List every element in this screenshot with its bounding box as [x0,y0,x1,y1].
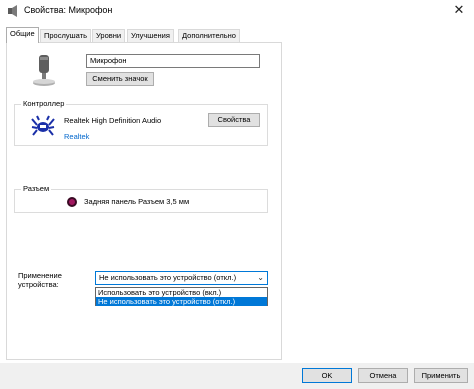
microphone-icon [30,54,58,88]
ok-button[interactable]: OK [302,368,352,383]
properties-window: Свойства: Микрофон ✕ Общие Прослушать Ур… [0,0,474,389]
usage-option-disable[interactable]: Не использовать это устройство (откл.) [96,297,267,306]
device-name-input[interactable]: Микрофон [86,54,260,68]
jack-color-indicator [67,197,77,207]
close-icon[interactable]: ✕ [452,3,466,17]
window-title: Свойства: Микрофон [24,5,113,15]
tab-enhancements[interactable]: Улучшения [127,29,174,42]
device-usage-dropdown: Использовать это устройство (вкл.) Не ис… [95,287,268,306]
device-usage-label: Применение устройства: [18,271,62,289]
controller-group-label: Контроллер [21,99,67,109]
controller-name: Realtek High Definition Audio [64,116,162,125]
chevron-down-icon: ⌄ [257,273,264,282]
tab-general[interactable]: Общие [6,27,39,43]
device-usage-selected: Не использовать это устройство (откл.) [99,273,237,282]
tab-advanced[interactable]: Дополнительно [178,29,240,42]
tab-levels[interactable]: Уровни [92,29,126,42]
controller-link[interactable]: Realtek [64,132,89,141]
tab-listen[interactable]: Прослушать [40,29,91,42]
controller-properties-button[interactable]: Свойства [208,113,260,127]
title-bar[interactable]: Свойства: Микрофон ✕ [0,0,474,22]
speaker-icon [7,4,19,18]
cancel-button[interactable]: Отмена [358,368,408,383]
jack-info: Задняя панель Разъем 3,5 мм [84,197,190,206]
apply-button[interactable]: Применить [414,368,468,383]
usage-option-enable[interactable]: Использовать это устройство (вкл.) [96,288,267,297]
change-icon-button[interactable]: Сменить значок [86,72,154,86]
jack-group-label: Разъем [21,184,52,194]
realtek-crab-icon [31,115,55,137]
device-usage-select[interactable]: Не использовать это устройство (откл.) ⌄ [95,271,268,285]
